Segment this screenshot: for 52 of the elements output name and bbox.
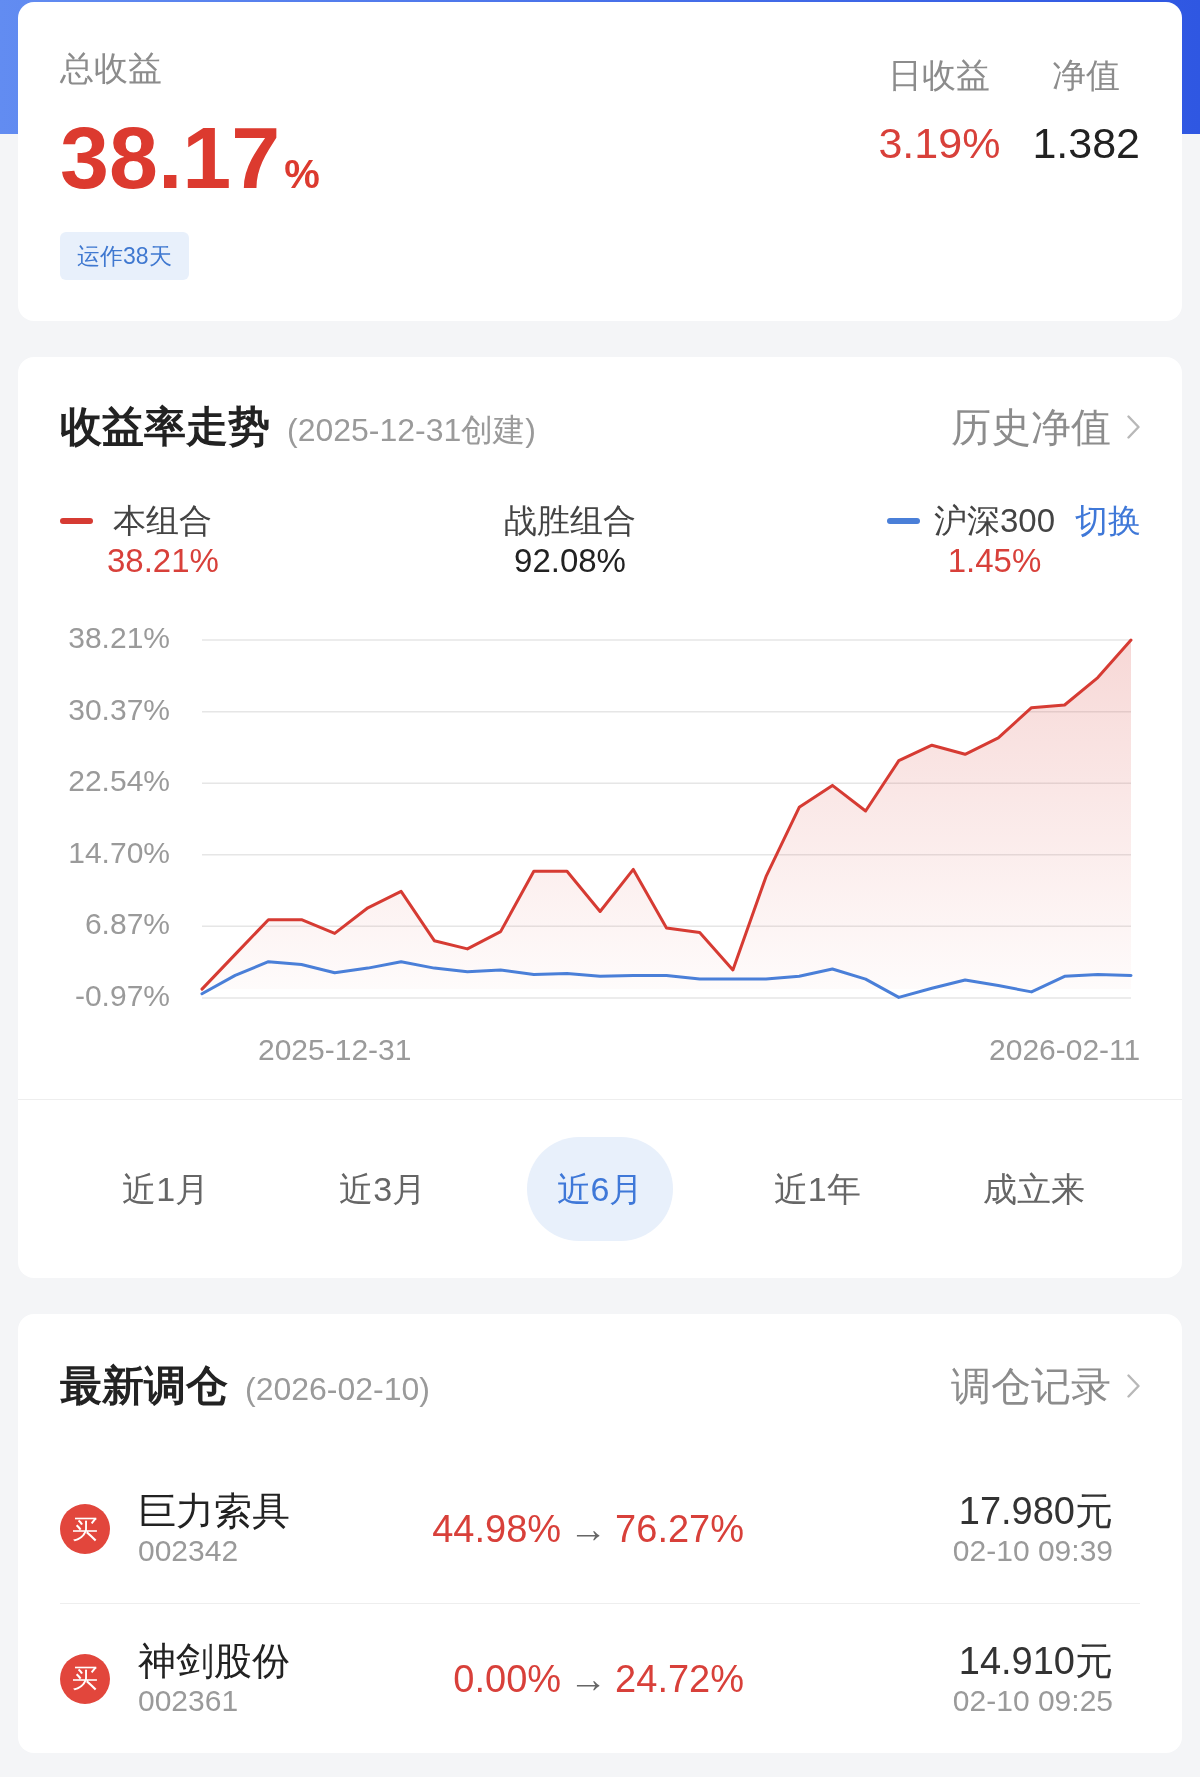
weight-before: 44.98% bbox=[432, 1507, 562, 1551]
history-nav-link[interactable]: 历史净值 bbox=[951, 402, 1140, 452]
creation-date: (2025-12-31创建) bbox=[287, 411, 536, 450]
legend-value: 38.21% bbox=[107, 541, 219, 581]
arrow-sign: → bbox=[569, 1507, 608, 1551]
total-return-value: 38.17 bbox=[60, 114, 281, 202]
trade-time: 02-10 09:39 bbox=[952, 1533, 1113, 1569]
trade-time: 02-10 09:25 bbox=[952, 1682, 1113, 1719]
period-tab[interactable]: 近1年 bbox=[773, 1170, 861, 1208]
y-axis-label: 14.70% bbox=[68, 835, 170, 869]
legend-label: 本组合 bbox=[113, 501, 213, 541]
x-axis-label: 2025-12-31 bbox=[258, 1033, 412, 1066]
chevron-right-icon bbox=[1127, 415, 1140, 439]
period-tab[interactable]: 近6月 bbox=[526, 1137, 674, 1241]
y-axis-label: 30.37% bbox=[68, 692, 170, 726]
stat-label: 日收益 bbox=[888, 55, 991, 95]
trade-price: 14.910元 bbox=[958, 1638, 1113, 1683]
rebalance-history-link[interactable]: 调仓记录 bbox=[951, 1361, 1140, 1411]
legend-label: 沪深300 bbox=[933, 501, 1055, 541]
switch-link[interactable]: 切换 bbox=[1075, 501, 1141, 541]
period-tab[interactable]: 近3月 bbox=[339, 1170, 427, 1208]
trade-price: 17.980元 bbox=[958, 1489, 1113, 1533]
stat-label: 净值 bbox=[1052, 55, 1121, 95]
weight-after: 24.72% bbox=[615, 1656, 744, 1701]
stock-name: 神剑股份 bbox=[138, 1638, 291, 1683]
arrow-sign: → bbox=[569, 1656, 608, 1701]
chevron-right-icon bbox=[1127, 1374, 1140, 1398]
stat-value: 1.382 bbox=[1032, 118, 1140, 168]
y-axis-label: 6.87% bbox=[84, 907, 170, 941]
section-title: 最新调仓 bbox=[60, 1361, 228, 1411]
stock-name: 巨力索具 bbox=[138, 1489, 291, 1533]
period-tab[interactable]: 近1月 bbox=[122, 1170, 210, 1208]
legend-value: 1.45% bbox=[947, 541, 1042, 581]
y-axis-label: 22.54% bbox=[68, 764, 170, 798]
y-axis-label: 38.21% bbox=[68, 620, 170, 654]
stock-code: 002361 bbox=[138, 1682, 240, 1719]
legend-value: 92.08% bbox=[514, 541, 626, 581]
weight-after: 76.27% bbox=[615, 1507, 744, 1551]
stat-value: 3.19% bbox=[878, 118, 1001, 168]
percent-unit: % bbox=[284, 154, 320, 194]
legend-label: 战胜组合 bbox=[504, 501, 636, 541]
x-axis-label: 2026-02-11 bbox=[989, 1033, 1141, 1066]
period-tab[interactable]: 成立来 bbox=[983, 1170, 1086, 1208]
stock-code: 002342 bbox=[138, 1533, 240, 1569]
weight-before: 0.00% bbox=[453, 1656, 562, 1701]
trade-side-badge: 买 bbox=[60, 1653, 110, 1704]
running-days-badge: 运作38天 bbox=[60, 232, 189, 280]
section-title: 收益率走势 bbox=[60, 402, 270, 452]
rebalance-date: (2026-02-10) bbox=[245, 1370, 430, 1409]
trade-side-badge: 买 bbox=[60, 1504, 110, 1554]
y-axis-label: -0.97% bbox=[74, 978, 170, 1012]
total-return-label: 总收益 bbox=[60, 48, 162, 88]
